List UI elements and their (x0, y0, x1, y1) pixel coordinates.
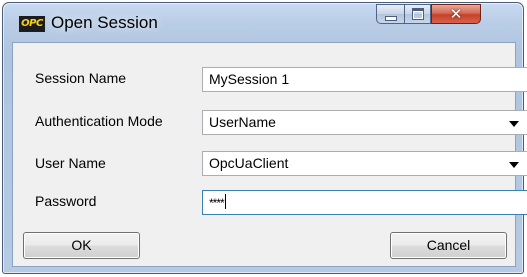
maximize-icon (411, 8, 424, 20)
close-icon: ✕ (449, 5, 463, 23)
cancel-button[interactable]: Cancel (390, 232, 507, 259)
open-session-dialog: OPC Open Session ✕ Session Name MySessio… (2, 2, 527, 274)
user-name-value: OpcUaClient (209, 155, 289, 171)
title-bar[interactable]: OPC Open Session ✕ (3, 3, 523, 43)
user-name-select[interactable]: OpcUaClient (202, 151, 527, 176)
text-caret (224, 194, 226, 209)
session-name-input[interactable]: MySession 1 (202, 67, 527, 92)
ok-button[interactable]: OK (23, 232, 140, 259)
window-title: Open Session (51, 13, 158, 32)
minimize-button[interactable] (376, 4, 404, 24)
user-name-label: User Name (35, 155, 106, 171)
maximize-button[interactable] (404, 4, 431, 24)
auth-mode-label: Authentication Mode (35, 113, 163, 129)
dropdown-arrow-icon[interactable] (509, 121, 519, 127)
password-label: Password (35, 193, 97, 209)
auth-mode-value: UserName (209, 114, 276, 130)
session-name-label: Session Name (35, 70, 127, 86)
password-value: **** (209, 196, 225, 210)
dropdown-arrow-icon[interactable] (509, 162, 519, 168)
minimize-icon (384, 15, 397, 21)
password-input[interactable]: **** (202, 190, 527, 215)
auth-mode-select[interactable]: UserName (202, 110, 527, 135)
dialog-body: Session Name MySession 1 Authentication … (12, 42, 527, 267)
close-button[interactable]: ✕ (431, 4, 481, 24)
opc-app-icon: OPC (19, 16, 45, 32)
